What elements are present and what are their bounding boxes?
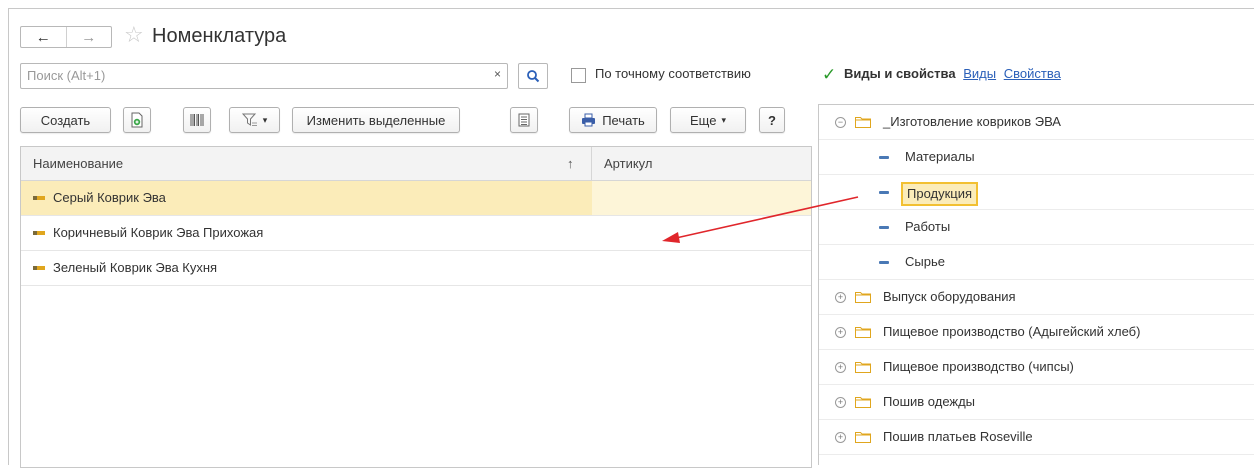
tree-node-label: _Изготовление ковриков ЭВА [883,114,1061,129]
item-dash-icon [879,156,889,159]
chevron-down-icon: ▾ [262,114,268,125]
collapse-icon[interactable]: − [835,117,846,128]
column-header-name[interactable]: Наименование [21,147,123,180]
more-label: Еще [690,112,717,128]
expand-icon[interactable]: + [835,397,846,408]
create-button[interactable]: Создать [20,107,111,133]
table-row[interactable]: Серый Коврик Эва [21,181,811,216]
filter-button[interactable]: ▾ [229,107,280,133]
table-header: Наименование ↑ Артикул [21,147,811,181]
tree-node[interactable]: + Пошив одежды [819,385,1254,420]
tree-node-label: Работы [905,219,951,234]
tree-node[interactable]: Работы [819,210,1254,245]
row-name: Серый Коврик Эва [53,190,166,205]
kinds-tree: − _Изготовление ковриков ЭВА Материалы П… [818,104,1254,465]
search-box: × [20,63,508,89]
printer-icon [582,113,596,127]
exact-match-label: По точному соответствию [595,66,751,81]
item-marker-icon [33,231,45,235]
tree-node[interactable]: Материалы [819,140,1254,175]
item-marker-icon [33,266,45,270]
tree-node-label-highlighted: Продукция [901,182,979,206]
expand-icon[interactable]: + [835,362,846,373]
tree-node-label: Пошив платьев Roseville [883,429,1033,444]
right-panel-header: Виды и свойства Виды Свойства [844,66,1061,81]
exact-match-checkbox[interactable] [571,68,586,83]
column-header-article[interactable]: Артикул [592,147,652,180]
back-button[interactable]: ← [21,27,66,47]
item-dash-icon [879,226,889,229]
items-table: Наименование ↑ Артикул Серый Коврик Эва … [20,146,812,468]
chevron-down-icon: ▾ [721,114,726,125]
forward-button[interactable]: → [65,27,112,47]
add-document-icon [131,112,143,128]
favorite-star-icon[interactable]: ☆ [124,21,144,49]
folder-icon [855,117,871,128]
more-button[interactable]: Еще ▾ [670,107,746,133]
search-button[interactable] [518,63,548,89]
tree-node[interactable]: + Пищевое производство (Адыгейский хлеб) [819,315,1254,350]
search-icon [527,70,540,83]
tree-node-label: Пищевое производство (чипсы) [883,359,1074,374]
tree-node[interactable]: Сырье [819,245,1254,280]
expand-icon[interactable]: + [835,327,846,338]
search-input[interactable] [21,64,473,86]
item-dash-icon [879,261,889,264]
folder-icon [855,327,871,338]
folder-icon [855,432,871,443]
folder-icon [855,397,871,408]
edit-selected-button[interactable]: Изменить выделенные [292,107,460,133]
help-button[interactable]: ? [759,107,785,133]
article-cell [592,181,811,215]
tree-node[interactable]: + Выпуск оборудования [819,280,1254,315]
create-copy-button[interactable] [123,107,151,133]
kinds-link[interactable]: Виды [963,66,996,81]
nav-buttons: ← → [20,26,112,48]
tree-node[interactable]: Продукция [819,175,1254,210]
folder-icon [855,292,871,303]
row-name: Коричневый Коврик Эва Прихожая [53,225,264,240]
tree-node[interactable]: + Пищевое производство (чипсы) [819,350,1254,385]
properties-link[interactable]: Свойства [1004,66,1061,81]
tree-node[interactable]: + Пошив платьев Roseville [819,420,1254,455]
item-dash-icon [879,191,889,194]
print-label: Печать [602,112,645,128]
right-panel-title: Виды и свойства [844,66,956,81]
row-name: Зеленый Коврик Эва Кухня [53,260,218,275]
tree-node-label: Выпуск оборудования [883,289,1016,304]
tree-node-label: Сырье [905,254,945,269]
barcode-button[interactable] [183,107,211,133]
kinds-checkbox[interactable]: ✓ [822,66,836,83]
folder-icon [855,362,871,373]
sort-arrow-icon: ↑ [567,156,574,171]
list-icon [518,113,530,127]
barcode-icon [190,114,204,126]
page-title: Номенклатура [152,25,287,47]
table-row[interactable]: Коричневый Коврик Эва Прихожая [21,216,811,251]
tree-node-label: Материалы [905,149,975,164]
table-row[interactable]: Зеленый Коврик Эва Кухня [21,251,811,286]
print-button[interactable]: Печать [569,107,657,133]
list-settings-button[interactable] [510,107,538,133]
tree-node-label: Пищевое производство (Адыгейский хлеб) [883,324,1141,339]
item-marker-icon [33,196,45,200]
clear-icon[interactable]: × [494,67,501,81]
expand-icon[interactable]: + [835,292,846,303]
filter-icon [241,113,257,126]
tree-node[interactable]: − _Изготовление ковриков ЭВА [819,105,1254,140]
tree-node-label: Пошив одежды [883,394,976,409]
expand-icon[interactable]: + [835,432,846,443]
